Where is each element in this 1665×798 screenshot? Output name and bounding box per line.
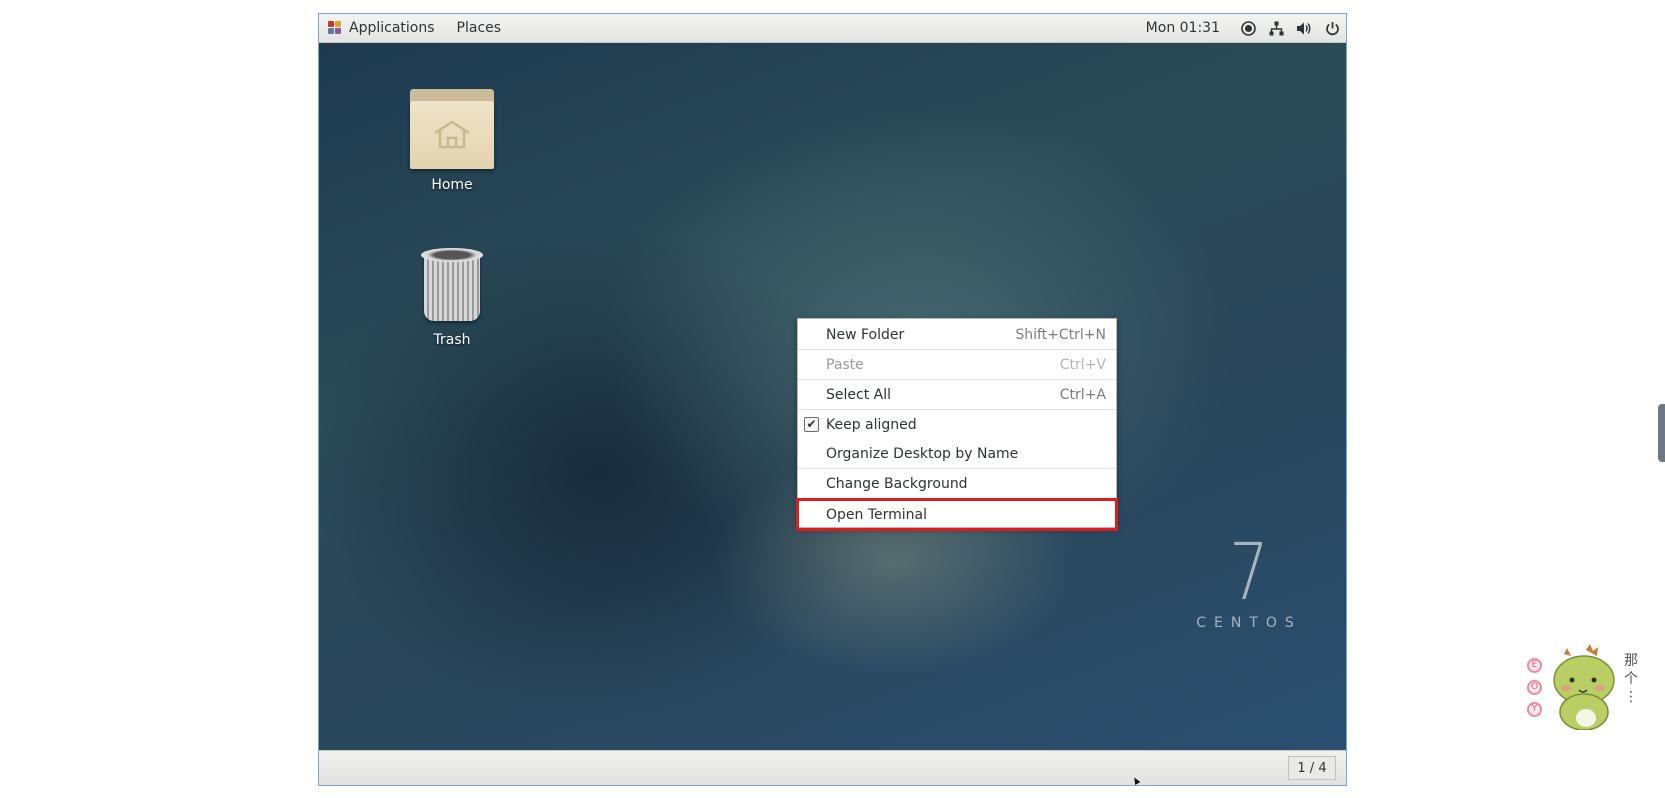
sticker-caption: 那个 ⋮ [1624,653,1638,705]
menu-item-label: Paste [826,356,864,373]
dragon-mascot-icon [1553,644,1615,730]
menu-item-shortcut: Ctrl+V [1059,356,1106,373]
applications-label: Applications [349,20,435,36]
power-icon[interactable] [1318,14,1346,43]
menu-item-label: Open Terminal [826,506,928,523]
vm-window: Applications Places Mon 01:31 Home Trash… [318,13,1347,786]
accessibility-icon[interactable] [1234,14,1262,43]
desktop-icon-label: Trash [433,332,471,348]
menu-item-label: Select All [826,386,891,403]
menu-item-label: Organize Desktop by Name [826,445,1019,462]
menu-item-shortcut: Ctrl+A [1059,386,1106,403]
menu-item-open-terminal[interactable]: Open Terminal [796,498,1118,531]
side-panel-handle[interactable] [1658,404,1665,462]
places-menu[interactable]: Places [446,14,513,43]
volume-icon[interactable] [1290,14,1318,43]
applications-menu[interactable]: Applications [319,14,446,43]
trash-icon [421,248,483,324]
clock[interactable]: Mon 01:31 [1146,20,1220,36]
centos-logo: 7 CENTOS [1179,533,1319,631]
sticker-badge: Y [1527,702,1542,717]
menu-item-keep-aligned[interactable]: ✔ Keep aligned [798,410,1116,439]
menu-item-paste[interactable]: Paste Ctrl+V [798,350,1116,379]
workspace-switcher[interactable]: 1 / 4 [1288,756,1336,780]
sticker-decoration: E O Y 那个 ⋮ [1520,630,1640,740]
desktop-icon-home[interactable]: Home [397,89,507,193]
desktop[interactable]: Home Trash 7 CENTOS New Folder Shift+Ctr… [319,43,1346,750]
centos-version-number: 7 [1229,528,1269,618]
menu-item-label: New Folder [826,326,905,343]
checkbox-checked-icon[interactable]: ✔ [804,417,819,432]
menu-item-new-folder[interactable]: New Folder Shift+Ctrl+N [798,320,1116,349]
top-panel-status-area: Mon 01:31 [1146,14,1346,43]
menu-item-label: Keep aligned [826,416,917,433]
desktop-icon-label: Home [431,177,473,193]
places-label: Places [456,20,502,36]
network-icon[interactable] [1262,14,1290,43]
menu-separator [798,498,1116,499]
applications-icon [328,21,342,35]
home-folder-icon [410,89,494,169]
desktop-context-menu: New Folder Shift+Ctrl+N Paste Ctrl+V Sel… [796,318,1118,531]
menu-item-organize-desktop[interactable]: Organize Desktop by Name [798,439,1116,468]
menu-item-label: Change Background [826,475,968,492]
desktop-icon-trash[interactable]: Trash [397,248,507,348]
menu-item-change-background[interactable]: Change Background [798,469,1116,498]
sticker-badge: O [1527,680,1542,695]
menu-item-select-all[interactable]: Select All Ctrl+A [798,380,1116,409]
menu-item-shortcut: Shift+Ctrl+N [1015,326,1106,343]
sticker-badge: E [1527,658,1542,673]
bottom-panel: 1 / 4 [319,750,1346,785]
top-panel: Applications Places Mon 01:31 [319,14,1346,43]
